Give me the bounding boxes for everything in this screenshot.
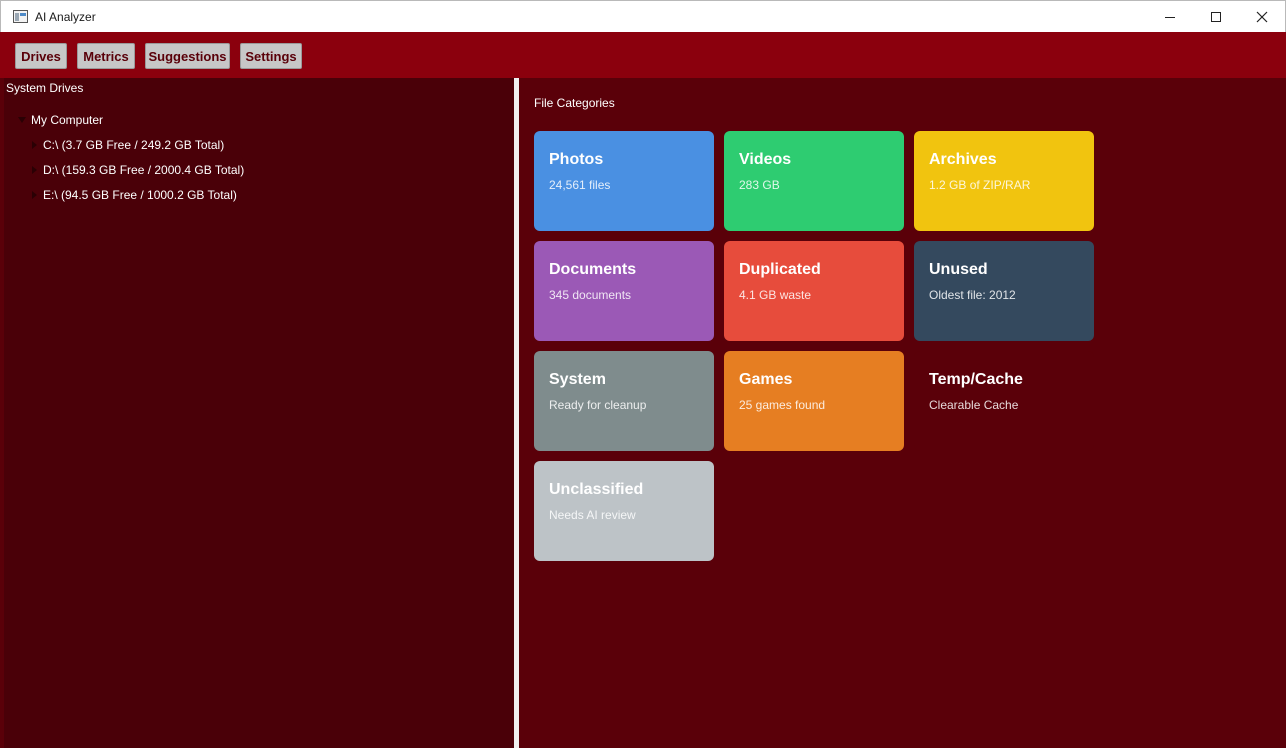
drives-pane-title: System Drives bbox=[6, 81, 84, 95]
expand-arrow-icon[interactable] bbox=[18, 117, 26, 123]
suggestions-button[interactable]: Suggestions bbox=[145, 43, 230, 69]
tree-item-drive-c[interactable]: C:\ (3.7 GB Free / 249.2 GB Total) bbox=[32, 137, 224, 153]
categories-pane: File Categories Photos 24,561 files Vide… bbox=[519, 78, 1286, 748]
category-card-unclassified[interactable]: Unclassified Needs AI review bbox=[534, 461, 714, 561]
category-card-temp-cache[interactable]: Temp/Cache Clearable Cache bbox=[914, 351, 1094, 451]
maximize-icon bbox=[1211, 12, 1221, 22]
title-bar: AI Analyzer bbox=[0, 0, 1286, 32]
card-title: Unused bbox=[929, 261, 988, 278]
category-card-videos[interactable]: Videos 283 GB bbox=[724, 131, 904, 231]
card-title: Archives bbox=[929, 151, 997, 168]
card-detail: 1.2 GB of ZIP/RAR bbox=[929, 178, 1031, 192]
card-title: Videos bbox=[739, 151, 792, 168]
card-detail: 24,561 files bbox=[549, 178, 611, 192]
card-detail: Clearable Cache bbox=[929, 398, 1019, 412]
card-title: Documents bbox=[549, 261, 637, 278]
metrics-button[interactable]: Metrics bbox=[77, 43, 135, 69]
minimize-icon bbox=[1165, 16, 1175, 18]
maximize-button[interactable] bbox=[1193, 1, 1239, 33]
category-card-unused[interactable]: Unused Oldest file: 2012 bbox=[914, 241, 1094, 341]
collapsed-arrow-icon[interactable] bbox=[32, 191, 37, 199]
category-card-documents[interactable]: Documents 345 documents bbox=[534, 241, 714, 341]
app-icon bbox=[13, 10, 28, 23]
category-card-games[interactable]: Games 25 games found bbox=[724, 351, 904, 451]
collapsed-arrow-icon[interactable] bbox=[32, 166, 37, 174]
close-icon bbox=[1256, 11, 1268, 23]
minimize-button[interactable] bbox=[1147, 1, 1193, 33]
category-card-duplicated[interactable]: Duplicated 4.1 GB waste bbox=[724, 241, 904, 341]
window-title: AI Analyzer bbox=[35, 10, 96, 24]
card-detail: 345 documents bbox=[549, 288, 632, 302]
category-card-photos[interactable]: Photos 24,561 files bbox=[534, 131, 714, 231]
card-detail: Oldest file: 2012 bbox=[929, 288, 1016, 302]
categories-title: File Categories bbox=[534, 96, 615, 110]
card-title: Photos bbox=[549, 151, 604, 168]
tree-item-my-computer[interactable]: My Computer bbox=[18, 112, 103, 128]
card-title: Temp/Cache bbox=[929, 371, 1023, 388]
card-title: System bbox=[549, 371, 606, 388]
drives-pane: System Drives My Computer C:\ (3.7 GB Fr… bbox=[4, 78, 514, 748]
category-card-archives[interactable]: Archives 1.2 GB of ZIP/RAR bbox=[914, 131, 1094, 231]
tree-item-drive-e[interactable]: E:\ (94.5 GB Free / 1000.2 GB Total) bbox=[32, 187, 237, 203]
tree-item-drive-d[interactable]: D:\ (159.3 GB Free / 2000.4 GB Total) bbox=[32, 162, 244, 178]
tree-item-label: C:\ (3.7 GB Free / 249.2 GB Total) bbox=[43, 138, 225, 152]
card-detail: 4.1 GB waste bbox=[739, 288, 812, 302]
tree-item-label: E:\ (94.5 GB Free / 1000.2 GB Total) bbox=[43, 188, 237, 202]
card-title: Games bbox=[739, 371, 793, 388]
close-button[interactable] bbox=[1239, 1, 1285, 33]
card-detail: 283 GB bbox=[739, 178, 780, 192]
settings-button[interactable]: Settings bbox=[240, 43, 302, 69]
tree-item-label: My Computer bbox=[31, 113, 104, 127]
card-detail: 25 games found bbox=[739, 398, 826, 412]
category-card-system[interactable]: System Ready for cleanup bbox=[534, 351, 714, 451]
card-title: Unclassified bbox=[549, 481, 644, 498]
tree-item-label: D:\ (159.3 GB Free / 2000.4 GB Total) bbox=[43, 163, 245, 177]
toolbar: Drives Metrics Suggestions Settings bbox=[0, 32, 1286, 78]
drives-button[interactable]: Drives bbox=[15, 43, 67, 69]
card-detail: Needs AI review bbox=[549, 508, 636, 522]
collapsed-arrow-icon[interactable] bbox=[32, 141, 37, 149]
card-detail: Ready for cleanup bbox=[549, 398, 647, 412]
card-title: Duplicated bbox=[739, 261, 821, 278]
